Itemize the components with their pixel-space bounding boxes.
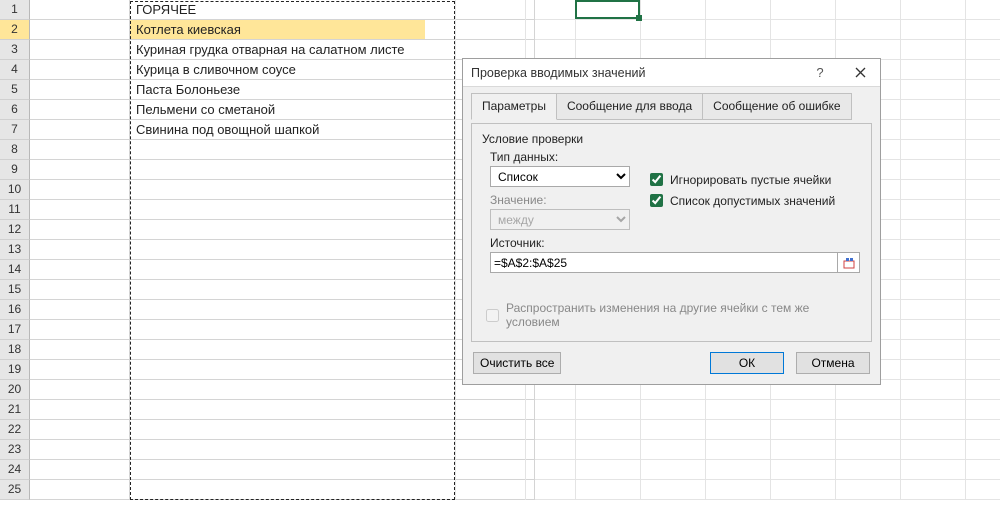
cell[interactable]	[130, 440, 425, 460]
tab-panel-parameters: Условие проверки Тип данных: Список Знач…	[471, 123, 872, 342]
row-header[interactable]: 5	[0, 80, 30, 100]
cell[interactable]: ГОРЯЧЕЕ	[130, 0, 425, 20]
tab-error-alert[interactable]: Сообщение об ошибке	[702, 93, 851, 120]
row-header[interactable]: 15	[0, 280, 30, 300]
row-header[interactable]: 18	[0, 340, 30, 360]
ignore-blank-checkbox[interactable]: Игнорировать пустые ячейки	[646, 170, 835, 189]
row-header[interactable]: 12	[0, 220, 30, 240]
table-row[interactable]: 3 Куриная грудка отварная на салатном лис…	[0, 40, 1000, 60]
data-select: между	[490, 209, 630, 230]
row-header[interactable]: 23	[0, 440, 30, 460]
row-header[interactable]: 21	[0, 400, 30, 420]
cell[interactable]	[130, 180, 425, 200]
cell[interactable]	[130, 260, 425, 280]
range-picker-icon	[843, 257, 855, 269]
active-cell[interactable]	[575, 0, 640, 19]
row-header[interactable]: 24	[0, 460, 30, 480]
table-row[interactable]: 22	[0, 420, 1000, 440]
cell[interactable]	[130, 320, 425, 340]
cell[interactable]	[130, 160, 425, 180]
row-header[interactable]: 1	[0, 0, 30, 20]
table-row[interactable]: 21	[0, 400, 1000, 420]
row-header[interactable]: 6	[0, 100, 30, 120]
source-label: Источник:	[490, 236, 861, 250]
cell[interactable]	[130, 140, 425, 160]
data-validation-dialog: Проверка вводимых значений ? Параметры С…	[462, 58, 881, 385]
cell[interactable]	[130, 400, 425, 420]
dialog-tabs: Параметры Сообщение для ввода Сообщение …	[471, 93, 872, 120]
close-icon	[855, 67, 866, 78]
close-button[interactable]	[840, 59, 880, 87]
cell[interactable]	[130, 240, 425, 260]
in-cell-dropdown-checkbox[interactable]: Список допустимых значений	[646, 191, 835, 210]
source-input[interactable]	[490, 252, 838, 273]
cell[interactable]	[130, 380, 425, 400]
data-label: Значение:	[490, 193, 630, 207]
table-row[interactable]: 25	[0, 480, 1000, 500]
row-header[interactable]: 13	[0, 240, 30, 260]
help-icon: ?	[816, 65, 823, 80]
cell[interactable]	[130, 460, 425, 480]
cell[interactable]	[130, 420, 425, 440]
dialog-titlebar[interactable]: Проверка вводимых значений ?	[463, 59, 880, 87]
cancel-button[interactable]: Отмена	[796, 352, 870, 374]
row-header[interactable]: 25	[0, 480, 30, 500]
tab-parameters[interactable]: Параметры	[471, 93, 557, 120]
row-header[interactable]: 9	[0, 160, 30, 180]
fill-handle[interactable]	[636, 15, 642, 21]
clear-all-button[interactable]: Очистить все	[473, 352, 561, 374]
row-header[interactable]: 8	[0, 140, 30, 160]
row-header[interactable]: 4	[0, 60, 30, 80]
cell[interactable]	[130, 340, 425, 360]
cell[interactable]: Котлета киевская	[130, 20, 425, 40]
tab-input-message[interactable]: Сообщение для ввода	[556, 93, 703, 120]
table-row[interactable]: 24	[0, 460, 1000, 480]
row-header[interactable]: 22	[0, 420, 30, 440]
validation-criteria-label: Условие проверки	[482, 132, 861, 146]
cell[interactable]	[130, 280, 425, 300]
cell[interactable]	[130, 360, 425, 380]
row-header[interactable]: 16	[0, 300, 30, 320]
row-header[interactable]: 17	[0, 320, 30, 340]
cell[interactable]: Куриная грудка отварная на салатном лист…	[130, 40, 425, 60]
table-row[interactable]: 1 ГОРЯЧЕЕ	[0, 0, 1000, 20]
help-button[interactable]: ?	[800, 59, 840, 87]
row-header[interactable]: 3	[0, 40, 30, 60]
cell[interactable]: Пельмени со сметаной	[130, 100, 425, 120]
cell[interactable]: Паста Болоньезе	[130, 80, 425, 100]
row-header[interactable]: 20	[0, 380, 30, 400]
cell[interactable]	[130, 200, 425, 220]
cell[interactable]	[130, 220, 425, 240]
allow-label: Тип данных:	[490, 150, 630, 164]
cell[interactable]	[130, 300, 425, 320]
table-row[interactable]: 2 Котлета киевская	[0, 20, 1000, 40]
row-header[interactable]: 7	[0, 120, 30, 140]
range-picker-button[interactable]	[838, 252, 860, 273]
cell[interactable]	[130, 480, 425, 500]
row-header[interactable]: 2	[0, 20, 30, 40]
allow-select[interactable]: Список	[490, 166, 630, 187]
row-header[interactable]: 19	[0, 360, 30, 380]
row-header[interactable]: 10	[0, 180, 30, 200]
row-header[interactable]: 11	[0, 200, 30, 220]
row-header[interactable]: 14	[0, 260, 30, 280]
table-row[interactable]: 23	[0, 440, 1000, 460]
apply-to-same-checkbox: Распространить изменения на другие ячейк…	[482, 301, 861, 329]
cell[interactable]: Курица в сливочном соусе	[130, 60, 425, 80]
dialog-title: Проверка вводимых значений	[471, 66, 800, 80]
cell[interactable]: Свинина под овощной шапкой	[130, 120, 425, 140]
ok-button[interactable]: ОК	[710, 352, 784, 374]
